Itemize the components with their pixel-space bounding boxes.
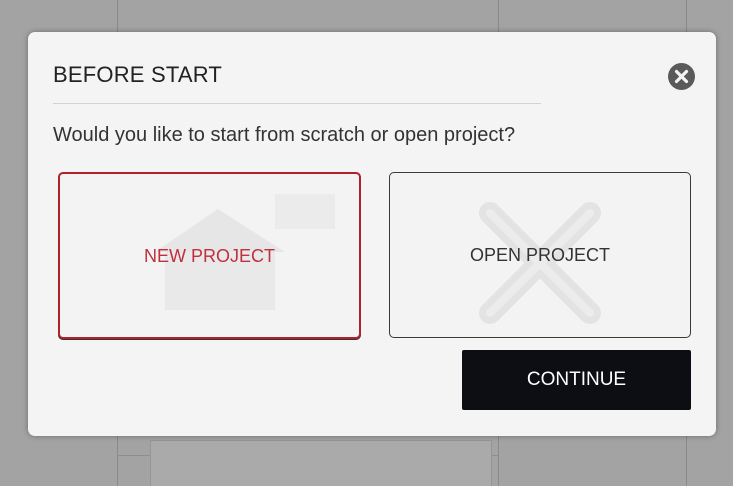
new-project-option[interactable]: NEW PROJECT bbox=[58, 172, 361, 339]
before-start-dialog: BEFORE START Would you like to start fro… bbox=[28, 32, 716, 436]
title-divider bbox=[53, 103, 541, 104]
dialog-title: BEFORE START bbox=[53, 62, 223, 87]
dialog-prompt: Would you like to start from scratch or … bbox=[53, 124, 516, 146]
close-icon[interactable] bbox=[668, 63, 695, 90]
continue-button[interactable]: CONTINUE bbox=[462, 350, 691, 410]
open-project-label: OPEN PROJECT bbox=[469, 245, 611, 265]
background-panel bbox=[150, 440, 492, 486]
open-project-option[interactable]: OPEN PROJECT bbox=[389, 172, 691, 338]
new-project-label: NEW PROJECT bbox=[143, 246, 275, 266]
